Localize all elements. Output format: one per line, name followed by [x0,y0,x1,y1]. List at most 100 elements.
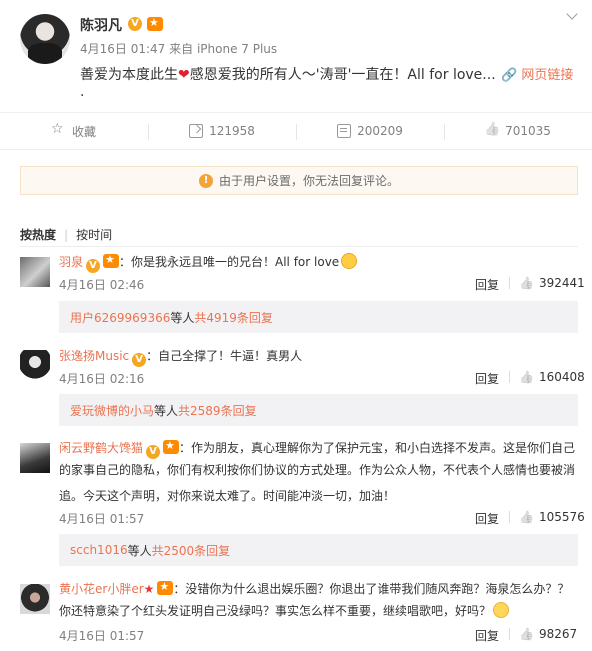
vip-icon [103,253,120,268]
comment-like-count: 98267 [539,627,578,641]
forward-button[interactable]: 121958 [148,113,296,149]
comment-text-line-2: 你还特意染了个红头发证明自己没绿吗？事实怎么样不重要，继续唱歌吧，好吗？ [59,602,510,619]
thumbs-up-icon: 👍 [519,370,534,384]
web-link-label: 网页链接 [521,68,574,83]
comment-text-line-2-label: 你还特意染了个红头发证明自己没绿吗？事实怎么样不重要，继续唱歌吧，好吗？ [59,604,492,618]
commenter-avatar[interactable] [20,443,50,473]
comment-text-line-1: ：没错你为什么退出娱乐圈？你退出了谁带我们随风奔跑？海泉怎么办？？ [173,582,570,596]
commenter-name: 羽泉V ：你是我永远且唯一的兄台！All for love [59,253,358,273]
comment-text-line-1: ：作为朋友，真心理解你为了保护元宝，和小白选择不发声。这是你们自己 [179,441,576,455]
chevron-down-icon[interactable] [565,9,579,23]
sad-face-emoji-icon [493,602,510,618]
sub-replies-bar[interactable]: scch1016 等人 共2500条回复 [59,534,578,566]
sub-reply-total[interactable]: 共2500条回复 [152,542,231,559]
commenter-avatar[interactable] [20,257,50,287]
comment-like-button[interactable]: 👍 392441 [519,276,585,290]
vip-icon [163,439,180,454]
reply-button[interactable]: 回复 [475,510,499,527]
sub-reply-mid: 等人 [170,310,195,325]
divider [509,277,510,289]
thumbs-up-icon: 👍 [519,510,534,524]
comment-time: 4月16日 01:57 [59,629,145,643]
post-text-after: 感恩爱我的所有人～'涛哥'一直在！All for love... [189,67,496,83]
comment-time: 4月16日 02:46 [59,278,145,292]
thumbs-up-icon [485,124,499,138]
vip-icon [147,16,163,31]
commenter-name-label[interactable]: 张逸扬Music [59,349,129,363]
favorite-label: 收藏 [71,124,96,139]
divider [509,628,510,640]
comment-like-count: 105576 [539,510,585,524]
commenter-name-label[interactable]: 黄小花er小胖er [59,582,144,596]
reply-button[interactable]: 回复 [475,276,499,293]
comment-count: 200209 [357,124,403,138]
notice-text: 由于用户设置，你无法回复评论。 [218,174,399,188]
post-time[interactable]: 4月16日 01:47 [80,42,165,56]
comment-like-button[interactable]: 👍 105576 [519,510,585,524]
comment-like-button[interactable]: 👍 98267 [519,627,577,641]
divider [509,511,510,523]
comment-like-button[interactable]: 👍 160408 [519,370,585,384]
post-text: 善爱为本度此生❤感恩爱我的所有人～'涛哥'一直在！All for love... [80,64,496,84]
tab-sort-hot[interactable]: 按热度 [20,228,56,242]
like-count: 701035 [505,124,551,138]
forward-count: 121958 [209,124,255,138]
sub-reply-user[interactable]: 用户6269969366 [70,309,170,326]
weibo-post: 陈羽凡 V 4月16日 01:47 来自 iPhone 7 Plus 善爱为本度… [0,0,592,112]
sub-reply-mid: 等人 [154,403,179,418]
web-link[interactable]: 🔗 网页链接 [501,64,573,83]
verified-icon: V [132,353,147,367]
commenter-avatar[interactable] [20,350,50,380]
divider [20,246,578,247]
sub-reply-total[interactable]: 共4919条回复 [194,309,273,326]
reply-button[interactable]: 回复 [475,370,499,387]
comment-sort-tabs: 按热度 | 按时间 [20,226,112,243]
comment-text-line-2: 的家事自己的隐私，你们有权利按你们协议的方式处理。作为公众人物，不代表个人感情也… [59,463,576,477]
warning-icon: ! [198,173,213,188]
sub-reply-mid: 等人 [127,543,152,558]
comment-icon [337,124,352,138]
sub-replies-bar[interactable]: 用户6269969366 等人 共4919条回复 [59,301,578,333]
heart-icon: ❤ [178,67,190,83]
post-source: 来自 iPhone 7 Plus [169,42,278,56]
author-avatar[interactable] [20,14,70,64]
rock-hand-emoji-icon [341,253,358,269]
sub-reply-user[interactable]: scch1016 [70,543,128,557]
star-icon: ★ [143,582,155,596]
post-text-tail: . [80,84,85,100]
sub-replies-bar[interactable]: 爱玩微博的小马 等人 共2589条回复 [59,394,578,426]
divider [509,371,510,383]
favorite-button[interactable]: 收藏 [0,113,148,149]
commenter-name-label[interactable]: 闲云野鹤大馋猫 [59,441,143,455]
commenter-name: 张逸扬Music V ：自己全撑了！牛逼！真男人 [59,347,302,367]
comment-text: ：你是我永远且唯一的兄台！All for love [119,255,340,269]
comment-button[interactable]: 200209 [296,113,444,149]
commenter-name-label[interactable]: 羽泉 [59,255,83,269]
sub-reply-total[interactable]: 共2589条回复 [178,402,257,419]
commenter-name: 黄小花er小胖er★ ：没错你为什么退出娱乐圈？你退出了谁带我们随风奔跑？海泉怎么… [59,580,569,597]
reply-disabled-notice: ! 由于用户设置，你无法回复评论。 [20,166,578,195]
thumbs-up-icon: 👍 [519,276,534,290]
commenter-avatar[interactable] [20,584,50,614]
post-meta: 4月16日 01:47 来自 iPhone 7 Plus [80,40,277,57]
comment-like-count: 160408 [539,370,585,384]
comment-like-count: 392441 [539,276,585,290]
comment-text-line-3: 追。今天这个声明，对你来说太难了。时间能冲淡一切，加油！ [59,489,396,503]
commenter-name: 闲云野鹤大馋猫V ：作为朋友，真心理解你为了保护元宝，和小白选择不发声。这是你们自… [59,439,575,459]
forward-icon [189,124,204,138]
comment-time: 4月16日 01:57 [59,512,145,526]
post-text-before: 善爱为本度此生 [80,67,178,83]
verified-icon: V [128,16,142,31]
tab-sort-time[interactable]: 按时间 [76,228,112,242]
vip-icon [157,580,174,595]
comment-time: 4月16日 02:16 [59,372,145,386]
sub-reply-user[interactable]: 爱玩微博的小马 [70,402,154,419]
author-badges: V [128,16,163,31]
tab-divider: | [64,228,69,242]
like-button[interactable]: 701035 [444,113,592,149]
post-actions-bar: 收藏 121958 200209 701035 [0,112,592,150]
link-icon: 🔗 [501,68,518,83]
author-name[interactable]: 陈羽凡 [80,15,122,35]
reply-button[interactable]: 回复 [475,627,499,644]
thumbs-up-icon: 👍 [519,627,534,641]
